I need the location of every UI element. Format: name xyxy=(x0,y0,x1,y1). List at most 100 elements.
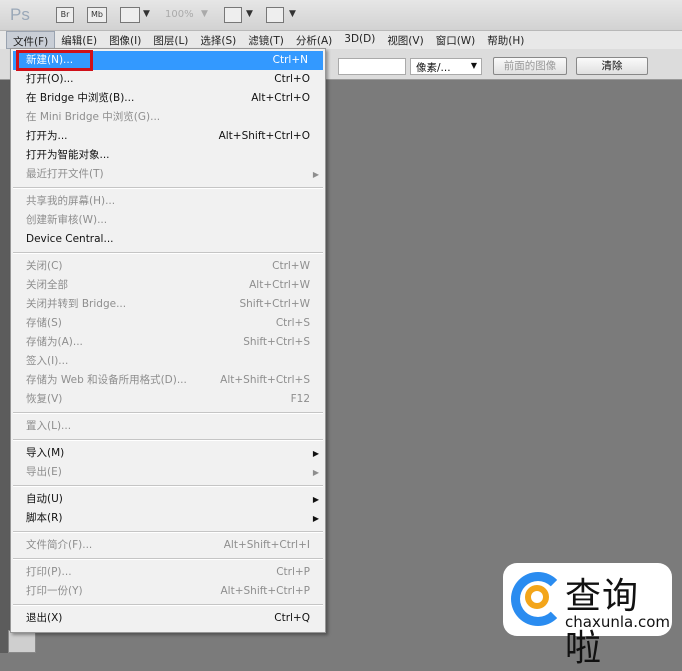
menu-item-label: 自动(U) xyxy=(26,493,63,505)
menu-item-shortcut: F12 xyxy=(290,393,310,405)
menu-item-shortcut: Ctrl+Q xyxy=(274,612,310,624)
menu-7[interactable]: 3D(D) xyxy=(338,31,381,49)
menu-9[interactable]: 窗口(W) xyxy=(430,31,482,49)
menu-1[interactable]: 编辑(E) xyxy=(55,31,103,49)
menu-item-label: 存储为(A)... xyxy=(26,336,83,348)
watermark-logo: 查询啦 chaxunla.com xyxy=(503,563,672,669)
menu-item-label: 创建新审核(W)... xyxy=(26,214,108,226)
menu-item-label: 恢复(V) xyxy=(26,393,63,405)
clear-button[interactable]: 清除 xyxy=(576,57,648,75)
menu-item-label: 存储(S) xyxy=(26,317,62,329)
menu-item[interactable]: 存储(S) Ctrl+S xyxy=(11,314,325,333)
menu-bar: 文件(F) 编辑(E) 图像(I) 图层(L) 选择(S) 滤镜(T) 分析(A) 3D(D)… xyxy=(0,31,682,49)
mini-bridge-button[interactable]: Mb xyxy=(87,7,107,23)
menu-item-shortcut: Alt+Shift+Ctrl+O xyxy=(218,130,310,142)
menu-separator xyxy=(11,409,325,417)
file-menu-dropdown: 新建(N)... Ctrl+N 打开(O)... Ctrl+O 在 Bridge 中浏览… xyxy=(10,48,326,633)
menu-item-label: 在 Bridge 中浏览(B)... xyxy=(26,92,135,104)
menu-3[interactable]: 图层(L) xyxy=(147,31,194,49)
front-image-button[interactable]: 前面的图像 xyxy=(493,57,567,75)
menu-item-label: 在 Mini Bridge 中浏览(G)... xyxy=(26,111,161,123)
watermark-magnifier-icon xyxy=(525,585,549,609)
chevron-down-icon[interactable]: ▼ xyxy=(289,9,296,19)
menu-item[interactable]: 在 Bridge 中浏览(B)... Alt+Ctrl+O xyxy=(11,89,325,108)
unit-select-value: 像素/... xyxy=(416,62,451,74)
menu-item-label: 脚本(R) xyxy=(26,512,63,524)
menu-item[interactable]: 签入(I)... xyxy=(11,352,325,371)
submenu-arrow-icon: ▶ xyxy=(312,495,319,504)
menu-item[interactable]: 恢复(V) F12 xyxy=(11,390,325,409)
photoshop-logo: Ps xyxy=(10,5,30,24)
menu-item-shortcut: Ctrl+S xyxy=(275,317,310,329)
menu-item-shortcut: Ctrl+W xyxy=(272,260,310,272)
menu-item-shortcut: Alt+Ctrl+O xyxy=(251,92,310,104)
menu-item[interactable]: 导入(M) ▶ xyxy=(11,444,325,463)
menu-separator xyxy=(11,249,325,257)
menu-item-shortcut: Ctrl+N xyxy=(272,54,308,66)
menu-5[interactable]: 滤镜(T) xyxy=(242,31,290,49)
menu-separator xyxy=(11,555,325,563)
chevron-down-icon[interactable]: ▼ xyxy=(201,9,208,19)
menu-item-shortcut: Shift+Ctrl+W xyxy=(239,298,310,310)
menu-item-label: 导出(E) xyxy=(26,466,62,478)
menu-item[interactable]: 文件简介(F)... Alt+Shift+Ctrl+I xyxy=(11,536,325,555)
menu-item-label: 打印(P)... xyxy=(26,566,72,578)
menu-item[interactable]: 关闭并转到 Bridge... Shift+Ctrl+W xyxy=(11,295,325,314)
menu-item-label: 打开(O)... xyxy=(26,73,74,85)
menu-item[interactable]: 打开为... Alt+Shift+Ctrl+O xyxy=(11,127,325,146)
menu-item-label: 打开为... xyxy=(26,130,68,142)
menu-item[interactable]: 打开(O)... Ctrl+O xyxy=(11,70,325,89)
menu-item[interactable]: 打印(P)... Ctrl+P xyxy=(11,563,325,582)
menu-8[interactable]: 视图(V) xyxy=(381,31,429,49)
menu-item[interactable]: 打印一份(Y) Alt+Shift+Ctrl+P xyxy=(11,582,325,601)
menu-item-label: 文件简介(F)... xyxy=(26,539,93,551)
menu-4[interactable]: 选择(S) xyxy=(194,31,242,49)
menu-item[interactable]: 打开为智能对象... xyxy=(11,146,325,165)
menu-item[interactable]: 置入(L)... xyxy=(11,417,325,436)
menu-item[interactable]: 自动(U) ▶ xyxy=(11,490,325,509)
menu-separator xyxy=(11,436,325,444)
application-bar: Ps Br Mb ▼ 100% ▼ ▼ ▼ xyxy=(0,0,682,31)
menu-item[interactable]: 存储为(A)... Shift+Ctrl+S xyxy=(11,333,325,352)
menu-item[interactable]: 关闭(C) Ctrl+W xyxy=(11,257,325,276)
menu-item[interactable]: 脚本(R) ▶ xyxy=(11,509,325,528)
menu-item-label: 共享我的屏幕(H)... xyxy=(26,195,116,207)
menu-item-label: 最近打开文件(T) xyxy=(26,168,104,180)
menu-0[interactable]: 文件(F) xyxy=(6,31,56,49)
arrange-documents-icon[interactable] xyxy=(224,7,242,23)
menu-item[interactable]: Device Central... xyxy=(11,230,325,249)
menu-item[interactable]: 存储为 Web 和设备所用格式(D)... Alt+Shift+Ctrl+S xyxy=(11,371,325,390)
menu-10[interactable]: 帮助(H) xyxy=(481,31,530,49)
menu-item-label: 导入(M) xyxy=(26,447,65,459)
screen-mode-icon[interactable] xyxy=(266,7,284,23)
menu-item-label: 关闭(C) xyxy=(26,260,63,272)
submenu-arrow-icon: ▶ xyxy=(312,514,319,523)
menu-item-shortcut: Alt+Ctrl+W xyxy=(249,279,310,291)
menu-item-label: 打印一份(Y) xyxy=(26,585,83,597)
menu-item[interactable]: 关闭全部 Alt+Ctrl+W xyxy=(11,276,325,295)
chevron-down-icon[interactable]: ▼ xyxy=(246,9,253,19)
menu-item[interactable]: 退出(X) Ctrl+Q xyxy=(11,609,325,628)
submenu-arrow-icon: ▶ xyxy=(312,468,319,477)
annotation-highlight-box xyxy=(16,50,93,71)
menu-item[interactable]: 导出(E) ▶ xyxy=(11,463,325,482)
menu-item-label: 置入(L)... xyxy=(26,420,72,432)
menu-item[interactable]: 在 Mini Bridge 中浏览(G)... xyxy=(11,108,325,127)
chevron-down-icon: ▼ xyxy=(470,61,477,70)
bridge-button[interactable]: Br xyxy=(56,7,74,23)
menu-separator xyxy=(11,601,325,609)
menu-item[interactable]: 最近打开文件(T) ▶ xyxy=(11,165,325,184)
view-extras-icon[interactable] xyxy=(120,7,140,23)
menu-item-shortcut: Ctrl+O xyxy=(274,73,310,85)
zoom-level[interactable]: 100% xyxy=(165,9,194,20)
menu-item[interactable]: 共享我的屏幕(H)... xyxy=(11,192,325,211)
menu-item[interactable]: 创建新审核(W)... xyxy=(11,211,325,230)
resolution-input[interactable] xyxy=(338,58,406,75)
menu-item-shortcut: Alt+Shift+Ctrl+P xyxy=(220,585,311,597)
menu-6[interactable]: 分析(A) xyxy=(290,31,338,49)
tool-button[interactable] xyxy=(8,630,36,653)
chevron-down-icon[interactable]: ▼ xyxy=(143,9,150,19)
unit-select[interactable]: 像素/... ▼ xyxy=(410,58,482,75)
menu-item-label: 关闭全部 xyxy=(26,279,68,291)
menu-2[interactable]: 图像(I) xyxy=(103,31,147,49)
